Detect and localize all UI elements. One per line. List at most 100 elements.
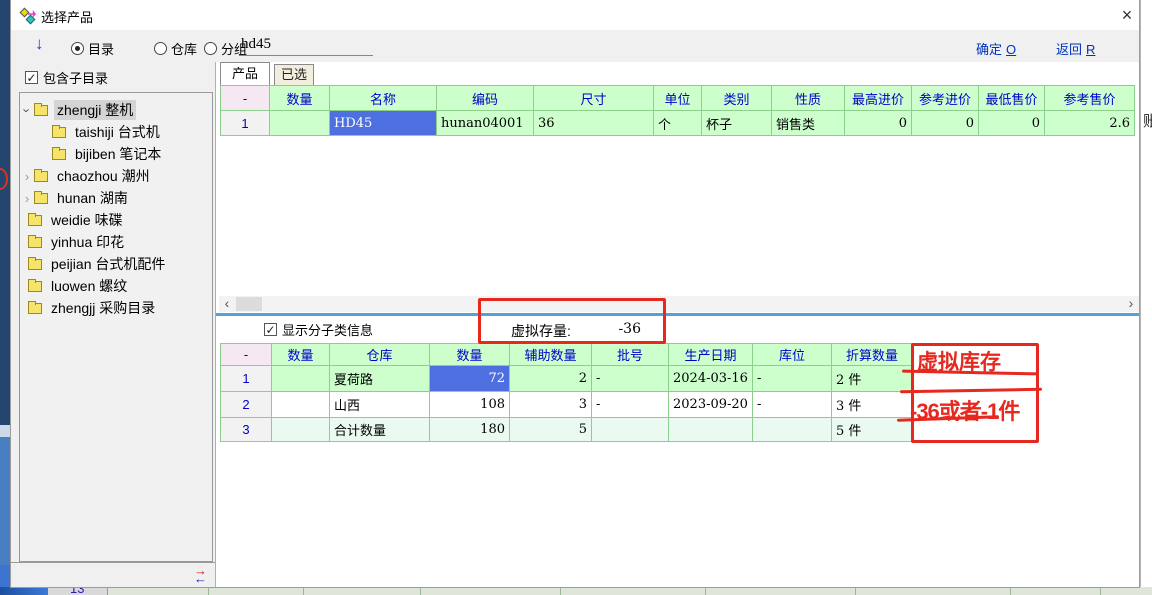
cell-location[interactable]: - <box>752 392 831 418</box>
col-header[interactable]: 数量 <box>272 344 330 366</box>
cell-min-sale[interactable]: 0 <box>979 111 1045 136</box>
tree-item-label[interactable]: zhengji 整机 <box>54 100 136 120</box>
cell-quantity-selected[interactable]: 72 <box>430 366 510 392</box>
col-header[interactable]: 仓库 <box>330 344 430 366</box>
tree-item-label[interactable]: luowen 螺纹 <box>48 276 130 296</box>
tree-item-label[interactable]: taishiji 台式机 <box>72 122 163 142</box>
tree-item-hunan[interactable]: › hunan 湖南 <box>20 187 212 209</box>
radio-circle[interactable] <box>71 42 84 55</box>
col-header[interactable]: 参考售价 <box>1045 86 1135 111</box>
col-header[interactable]: 编码 <box>437 86 534 111</box>
chevron-down-icon[interactable]: › <box>20 103 35 117</box>
col-header[interactable]: 单位 <box>654 86 702 111</box>
return-button[interactable]: 返回R <box>1056 39 1095 58</box>
tree-item-bijiben[interactable]: bijiben 笔记本 <box>20 143 212 165</box>
product-row[interactable]: 1 HD45 hunan04001 36 个 杯子 销售类 0 0 0 2.6 <box>221 111 1135 136</box>
col-header[interactable]: 辅助数量 <box>510 344 592 366</box>
show-subclass-checkbox[interactable]: ✓ 显示分子类信息 <box>264 320 373 339</box>
col-header[interactable]: 最低售价 <box>979 86 1045 111</box>
tree-item-taishiji[interactable]: taishiji 台式机 <box>20 121 212 143</box>
cell-warehouse[interactable]: 山西 <box>330 392 430 418</box>
cell-aux-qty[interactable]: 3 <box>510 392 592 418</box>
col-header[interactable]: 尺寸 <box>534 86 654 111</box>
chevron-right-icon[interactable]: › <box>20 169 34 184</box>
tree-item-yinhua[interactable]: yinhua 印花 <box>20 231 212 253</box>
tree-item-label[interactable]: weidie 味碟 <box>48 210 126 230</box>
col-header[interactable]: 数量 <box>270 86 330 111</box>
cell-quantity[interactable]: 180 <box>430 418 510 442</box>
tab-products[interactable]: 产品 <box>220 62 270 85</box>
scrollbar-thumb[interactable] <box>236 297 262 311</box>
checkbox-check-icon[interactable]: ✓ <box>264 323 277 336</box>
cell-batch[interactable]: - <box>592 366 669 392</box>
cell-ref-purchase[interactable]: 0 <box>912 111 979 136</box>
cell-qty[interactable] <box>272 418 330 442</box>
close-icon[interactable]: × <box>1116 4 1138 26</box>
radio-circle[interactable] <box>204 42 217 55</box>
cell-code[interactable]: hunan04001 <box>437 111 534 136</box>
col-header[interactable]: 批号 <box>592 344 669 366</box>
scroll-left-icon[interactable]: ‹ <box>219 296 235 312</box>
cell-location[interactable]: - <box>752 366 831 392</box>
col-header[interactable]: 折算数量 <box>831 344 912 366</box>
tree-item-zhengji[interactable]: › zhengji 整机 <box>20 99 212 121</box>
cell-batch[interactable] <box>592 418 669 442</box>
cell-location[interactable] <box>752 418 831 442</box>
tree-item-luowen[interactable]: luowen 螺纹 <box>20 275 212 297</box>
cell-unit[interactable]: 个 <box>654 111 702 136</box>
col-header[interactable]: 生产日期 <box>669 344 753 366</box>
cell-qty[interactable] <box>270 111 330 136</box>
tree-item-zhengjj[interactable]: zhengjj 采购目录 <box>20 297 212 319</box>
confirm-button[interactable]: 确定O <box>976 39 1016 58</box>
tree-item-peijian[interactable]: peijian 台式机配件 <box>20 253 212 275</box>
chevron-right-icon[interactable]: › <box>20 191 34 206</box>
cell-prod-date[interactable]: 2024-03-16 <box>669 366 753 392</box>
tree-item-label[interactable]: zhengjj 采购目录 <box>48 298 158 318</box>
row-number[interactable]: 3 <box>221 418 272 442</box>
col-header[interactable]: 性质 <box>772 86 845 111</box>
include-subdirs-checkbox[interactable]: ✓ 包含子目录 <box>25 68 108 87</box>
tree-item-label[interactable]: yinhua 印花 <box>48 232 127 252</box>
cell-size[interactable]: 36 <box>534 111 654 136</box>
checkbox-check-icon[interactable]: ✓ <box>25 71 38 84</box>
row-number[interactable]: 2 <box>221 392 272 418</box>
tree-item-label[interactable]: chaozhou 潮州 <box>54 166 153 186</box>
scroll-right-icon[interactable]: › <box>1123 296 1139 312</box>
cell-qty[interactable] <box>272 392 330 418</box>
cell-name-selected[interactable]: HD45 <box>330 111 437 136</box>
tree-item-label[interactable]: bijiben 笔记本 <box>72 144 164 164</box>
col-header[interactable]: 类别 <box>702 86 772 111</box>
tab-selected[interactable]: 已选 <box>274 64 314 85</box>
tree-item-chaozhou[interactable]: › chaozhou 潮州 <box>20 165 212 187</box>
row-number[interactable]: 1 <box>221 111 270 136</box>
cell-qty[interactable] <box>272 366 330 392</box>
cell-prod-date[interactable] <box>669 418 753 442</box>
col-header[interactable]: - <box>221 86 270 111</box>
search-input[interactable] <box>239 32 373 56</box>
col-header[interactable]: 名称 <box>330 86 437 111</box>
radio-directory[interactable]: 目录 <box>71 39 114 58</box>
cell-ref-sale[interactable]: 2.6 <box>1045 111 1135 136</box>
cell-aux-qty[interactable]: 2 <box>510 366 592 392</box>
col-header[interactable]: 最高进价 <box>845 86 912 111</box>
radio-circle[interactable] <box>154 42 167 55</box>
horizontal-scrollbar[interactable]: ‹ › <box>219 296 1139 312</box>
stock-row[interactable]: 2 山西 108 3 - 2023-09-20 - 3 件 <box>221 392 913 418</box>
tree-item-label[interactable]: peijian 台式机配件 <box>48 254 168 274</box>
cell-converted-qty[interactable]: 2 件 <box>831 366 912 392</box>
cell-max-purchase[interactable]: 0 <box>845 111 912 136</box>
col-header[interactable]: 库位 <box>752 344 831 366</box>
stock-total-row[interactable]: 3 合计数量 180 5 5 件 <box>221 418 913 442</box>
cell-converted-qty[interactable]: 3 件 <box>831 392 912 418</box>
cell-warehouse[interactable]: 合计数量 <box>330 418 430 442</box>
col-header[interactable]: - <box>221 344 272 366</box>
col-header[interactable]: 数量 <box>430 344 510 366</box>
move-down-icon[interactable]: ↓ <box>35 34 44 54</box>
stock-row[interactable]: 1 夏荷路 72 2 - 2024-03-16 - 2 件 <box>221 366 913 392</box>
cell-prod-date[interactable]: 2023-09-20 <box>669 392 753 418</box>
cell-category[interactable]: 杯子 <box>702 111 772 136</box>
cell-warehouse[interactable]: 夏荷路 <box>330 366 430 392</box>
cell-batch[interactable]: - <box>592 392 669 418</box>
tree-item-label[interactable]: hunan 湖南 <box>54 188 131 208</box>
cell-nature[interactable]: 销售类 <box>772 111 845 136</box>
